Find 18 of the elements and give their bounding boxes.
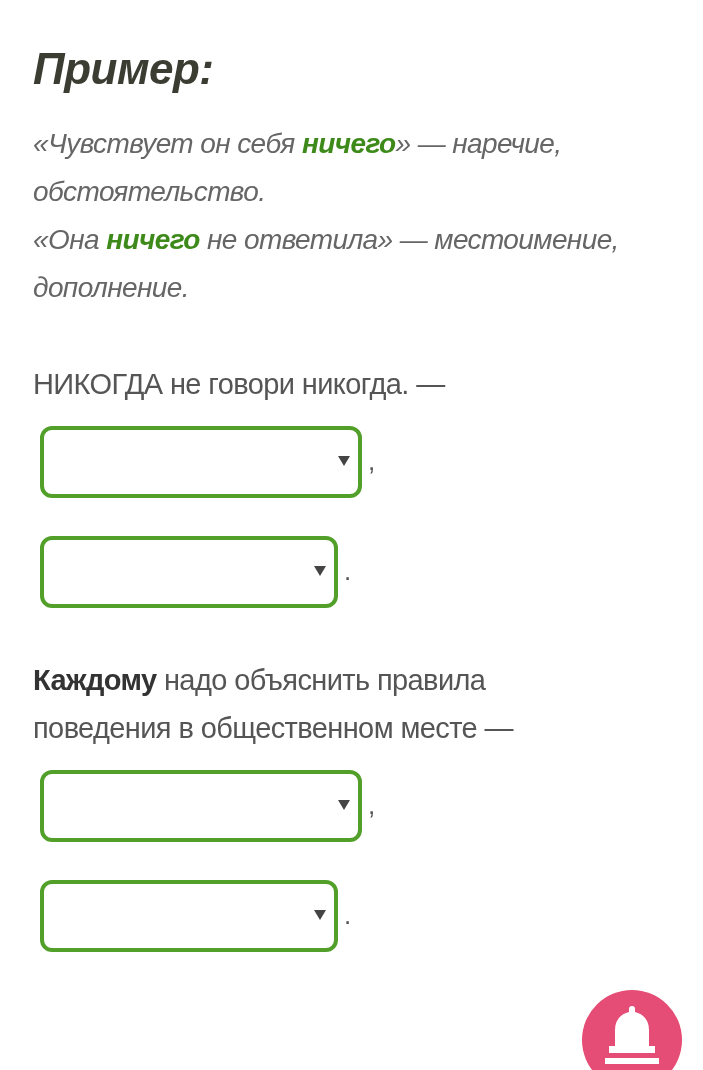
dropdown-caret-icon xyxy=(338,456,350,466)
dropdown-caret-icon xyxy=(314,566,326,576)
answer-dropdown[interactable] xyxy=(40,770,362,842)
example-text: «Она ничего не ответила» — местоимение, дополнение. xyxy=(33,223,620,305)
dropdown-caret-icon xyxy=(314,910,326,920)
answer-dropdown[interactable] xyxy=(40,426,362,498)
example-heading: Пример: xyxy=(33,44,215,94)
punctuation-mark: , xyxy=(368,792,376,818)
dropdown-caret-icon xyxy=(338,800,350,810)
example-text: «Чувствует он себя ничего» — наречие, обстоятельство. xyxy=(33,127,563,209)
notification-bell-button[interactable] xyxy=(582,990,682,1070)
punctuation-mark: . xyxy=(344,902,352,928)
punctuation-mark: , xyxy=(368,448,376,474)
answer-dropdown[interactable] xyxy=(40,880,338,952)
answer-dropdown[interactable] xyxy=(40,536,338,608)
task-sentence: Каждому надо объяснить правила поведения в общественном месте — xyxy=(33,663,515,746)
task-sentence: НИКОГДА не говори никогда. — xyxy=(33,367,447,402)
punctuation-mark: . xyxy=(344,558,352,584)
